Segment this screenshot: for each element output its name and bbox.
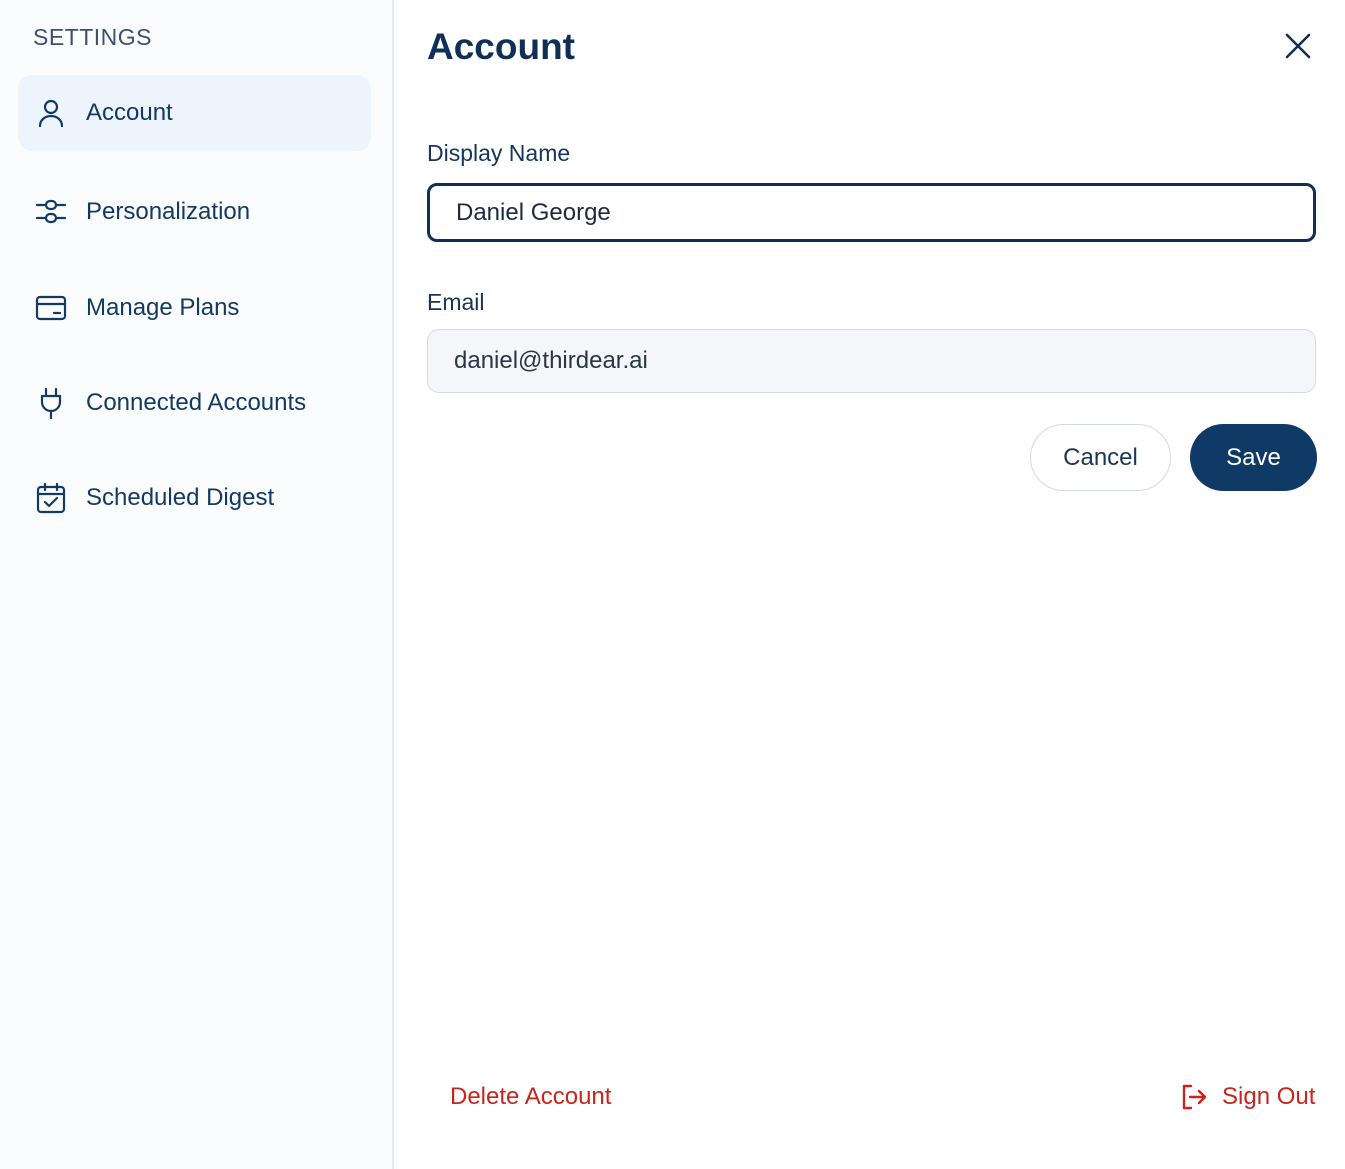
display-name-label: Display Name: [427, 140, 571, 166]
delete-account-link[interactable]: Delete Account: [450, 1083, 611, 1111]
sidebar-item-connected-accounts[interactable]: Connected Accounts: [18, 365, 371, 441]
cancel-button[interactable]: Cancel: [1030, 424, 1171, 491]
email-field[interactable]: [427, 329, 1316, 393]
credit-card-icon: [34, 291, 68, 325]
settings-sidebar: SETTINGS Account Personalization Manage …: [0, 0, 394, 1169]
sidebar-item-label: Personalization: [86, 198, 251, 225]
user-icon: [34, 96, 68, 130]
sidebar-item-personalization[interactable]: Personalization: [18, 174, 371, 250]
sidebar-item-scheduled-digest[interactable]: Scheduled Digest: [18, 460, 371, 536]
sidebar-item-label: Connected Accounts: [86, 389, 307, 416]
display-name-input[interactable]: [427, 183, 1316, 242]
sign-out-label: Sign Out: [1222, 1083, 1316, 1110]
save-button[interactable]: Save: [1190, 424, 1317, 491]
sidebar-heading: SETTINGS: [33, 24, 153, 50]
settings-content: Account Display Name Email Cancel Save D…: [394, 0, 1345, 1169]
sidebar-item-account[interactable]: Account: [18, 75, 371, 151]
plug-icon: [34, 386, 68, 420]
page-title: Account: [427, 26, 575, 67]
close-button[interactable]: [1280, 28, 1316, 64]
sliders-icon: [34, 195, 68, 229]
sidebar-item-label: Manage Plans: [86, 294, 240, 321]
sign-out-icon: [1180, 1083, 1208, 1111]
settings-window: SETTINGS Account Personalization Manage …: [0, 0, 1345, 1169]
calendar-check-icon: [34, 481, 68, 515]
sidebar-item-label: Scheduled Digest: [86, 484, 275, 511]
delete-account-label: Delete Account: [450, 1083, 612, 1110]
close-icon: [1284, 32, 1312, 60]
sidebar-item-manage-plans[interactable]: Manage Plans: [18, 270, 371, 346]
sign-out-button[interactable]: Sign Out: [1180, 1083, 1315, 1111]
sidebar-item-label: Account: [86, 99, 173, 126]
email-label: Email: [427, 289, 485, 315]
